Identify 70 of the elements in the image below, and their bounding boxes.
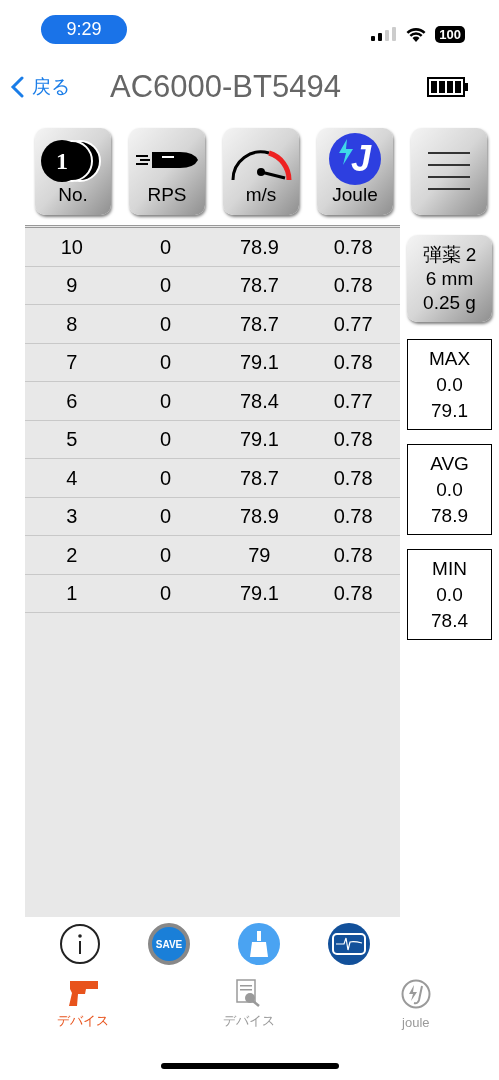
table-cell-text: 1 xyxy=(65,581,79,607)
table-cell-text: 0.77 xyxy=(332,388,374,414)
table-cell-text: 78.4 xyxy=(238,388,280,414)
table-cell-text: 0.78 xyxy=(332,273,374,299)
pistol-icon xyxy=(66,979,101,1007)
table-cell-text: 78.9 xyxy=(238,504,280,530)
table-cell-text: 0 xyxy=(159,581,173,607)
info-icon xyxy=(78,934,82,954)
table-cell-text: 0.77 xyxy=(332,311,374,337)
table-cell-text: 78.7 xyxy=(238,273,280,299)
back-button[interactable]: 戻る xyxy=(10,72,70,102)
table-cell-text: 0 xyxy=(159,350,173,376)
signal-icon xyxy=(371,27,398,41)
table-cell-text: 2 xyxy=(65,542,79,568)
table-cell-text: 0 xyxy=(159,273,173,299)
column-button[interactable]: m/s xyxy=(223,128,299,215)
info-button[interactable] xyxy=(60,924,100,964)
table-cell-text: 78.9 xyxy=(238,234,280,260)
table-cell-text: 0.78 xyxy=(332,350,374,376)
waveform-icon xyxy=(332,933,366,955)
table-cell-text: 0.78 xyxy=(332,234,374,260)
table-cell-text: 4 xyxy=(65,465,79,491)
tab[interactable]: デバイス xyxy=(0,979,167,1031)
table-cell-text: 0 xyxy=(159,388,173,414)
table-cell-text: 9 xyxy=(65,273,79,299)
battery-indicator: 100 xyxy=(435,25,465,43)
table-cell-text: 6 xyxy=(65,388,79,414)
table-cell-text: 0.78 xyxy=(332,542,374,568)
table-cell-text: 5 xyxy=(65,427,79,453)
table-cell-text: 0.78 xyxy=(332,581,374,607)
back-chevron-icon xyxy=(10,76,24,98)
table-cell-text: 0.78 xyxy=(332,427,374,453)
stat-box: MAX 0.0 79.1 xyxy=(407,339,492,430)
bullet-icon xyxy=(136,150,198,170)
menu-button[interactable] xyxy=(411,128,487,215)
table-cell-text: 3 xyxy=(65,504,79,530)
stat-box: AVG 0.0 78.9 xyxy=(407,444,492,535)
column-button[interactable]: RPS xyxy=(129,128,205,215)
table-cell-text: 79.1 xyxy=(238,427,280,453)
brush-button[interactable] xyxy=(238,923,280,965)
table-cell-text: 7 xyxy=(65,350,79,376)
table-cell-text: 79.1 xyxy=(238,581,280,607)
table-cell-text: 0 xyxy=(159,465,173,491)
stat-box: MIN 0.0 78.4 xyxy=(407,549,492,640)
table-cell-text: 0.78 xyxy=(332,504,374,530)
save-button[interactable]: SAVE xyxy=(148,923,190,965)
table-cell-text: 0 xyxy=(159,504,173,530)
column-button[interactable]: 1 No. xyxy=(35,128,111,215)
time-pill: 9:29 xyxy=(41,14,127,44)
table-cell-text: 79.1 xyxy=(238,350,280,376)
ammo-button[interactable]: 弾薬 2 6 mm 0.25 g xyxy=(407,235,492,322)
table-cell-text: 78.7 xyxy=(238,311,280,337)
table-cell-text: 78.7 xyxy=(238,465,280,491)
device-battery-icon xyxy=(427,77,469,97)
table-cell-text: 0 xyxy=(159,234,173,260)
joule-circle-icon xyxy=(400,979,431,1009)
device-title: AC6000-BT5494 xyxy=(110,67,341,106)
table-cell-text: 0 xyxy=(159,427,173,453)
table-cell-text: 79 xyxy=(247,542,272,568)
menu-icon xyxy=(428,150,470,190)
brush-icon xyxy=(249,931,269,957)
column-button[interactable]: J Joule xyxy=(317,128,393,215)
table-cell-text: 10 xyxy=(59,234,84,260)
waveform-button[interactable] xyxy=(328,923,370,965)
joule-logo-icon: J xyxy=(329,133,381,185)
table-cell-text: 0.78 xyxy=(332,465,374,491)
wifi-icon xyxy=(405,26,428,42)
table-cell-text: 8 xyxy=(65,311,79,337)
table-cell-text: 0 xyxy=(159,311,173,337)
table-cell-text: 0 xyxy=(159,542,173,568)
